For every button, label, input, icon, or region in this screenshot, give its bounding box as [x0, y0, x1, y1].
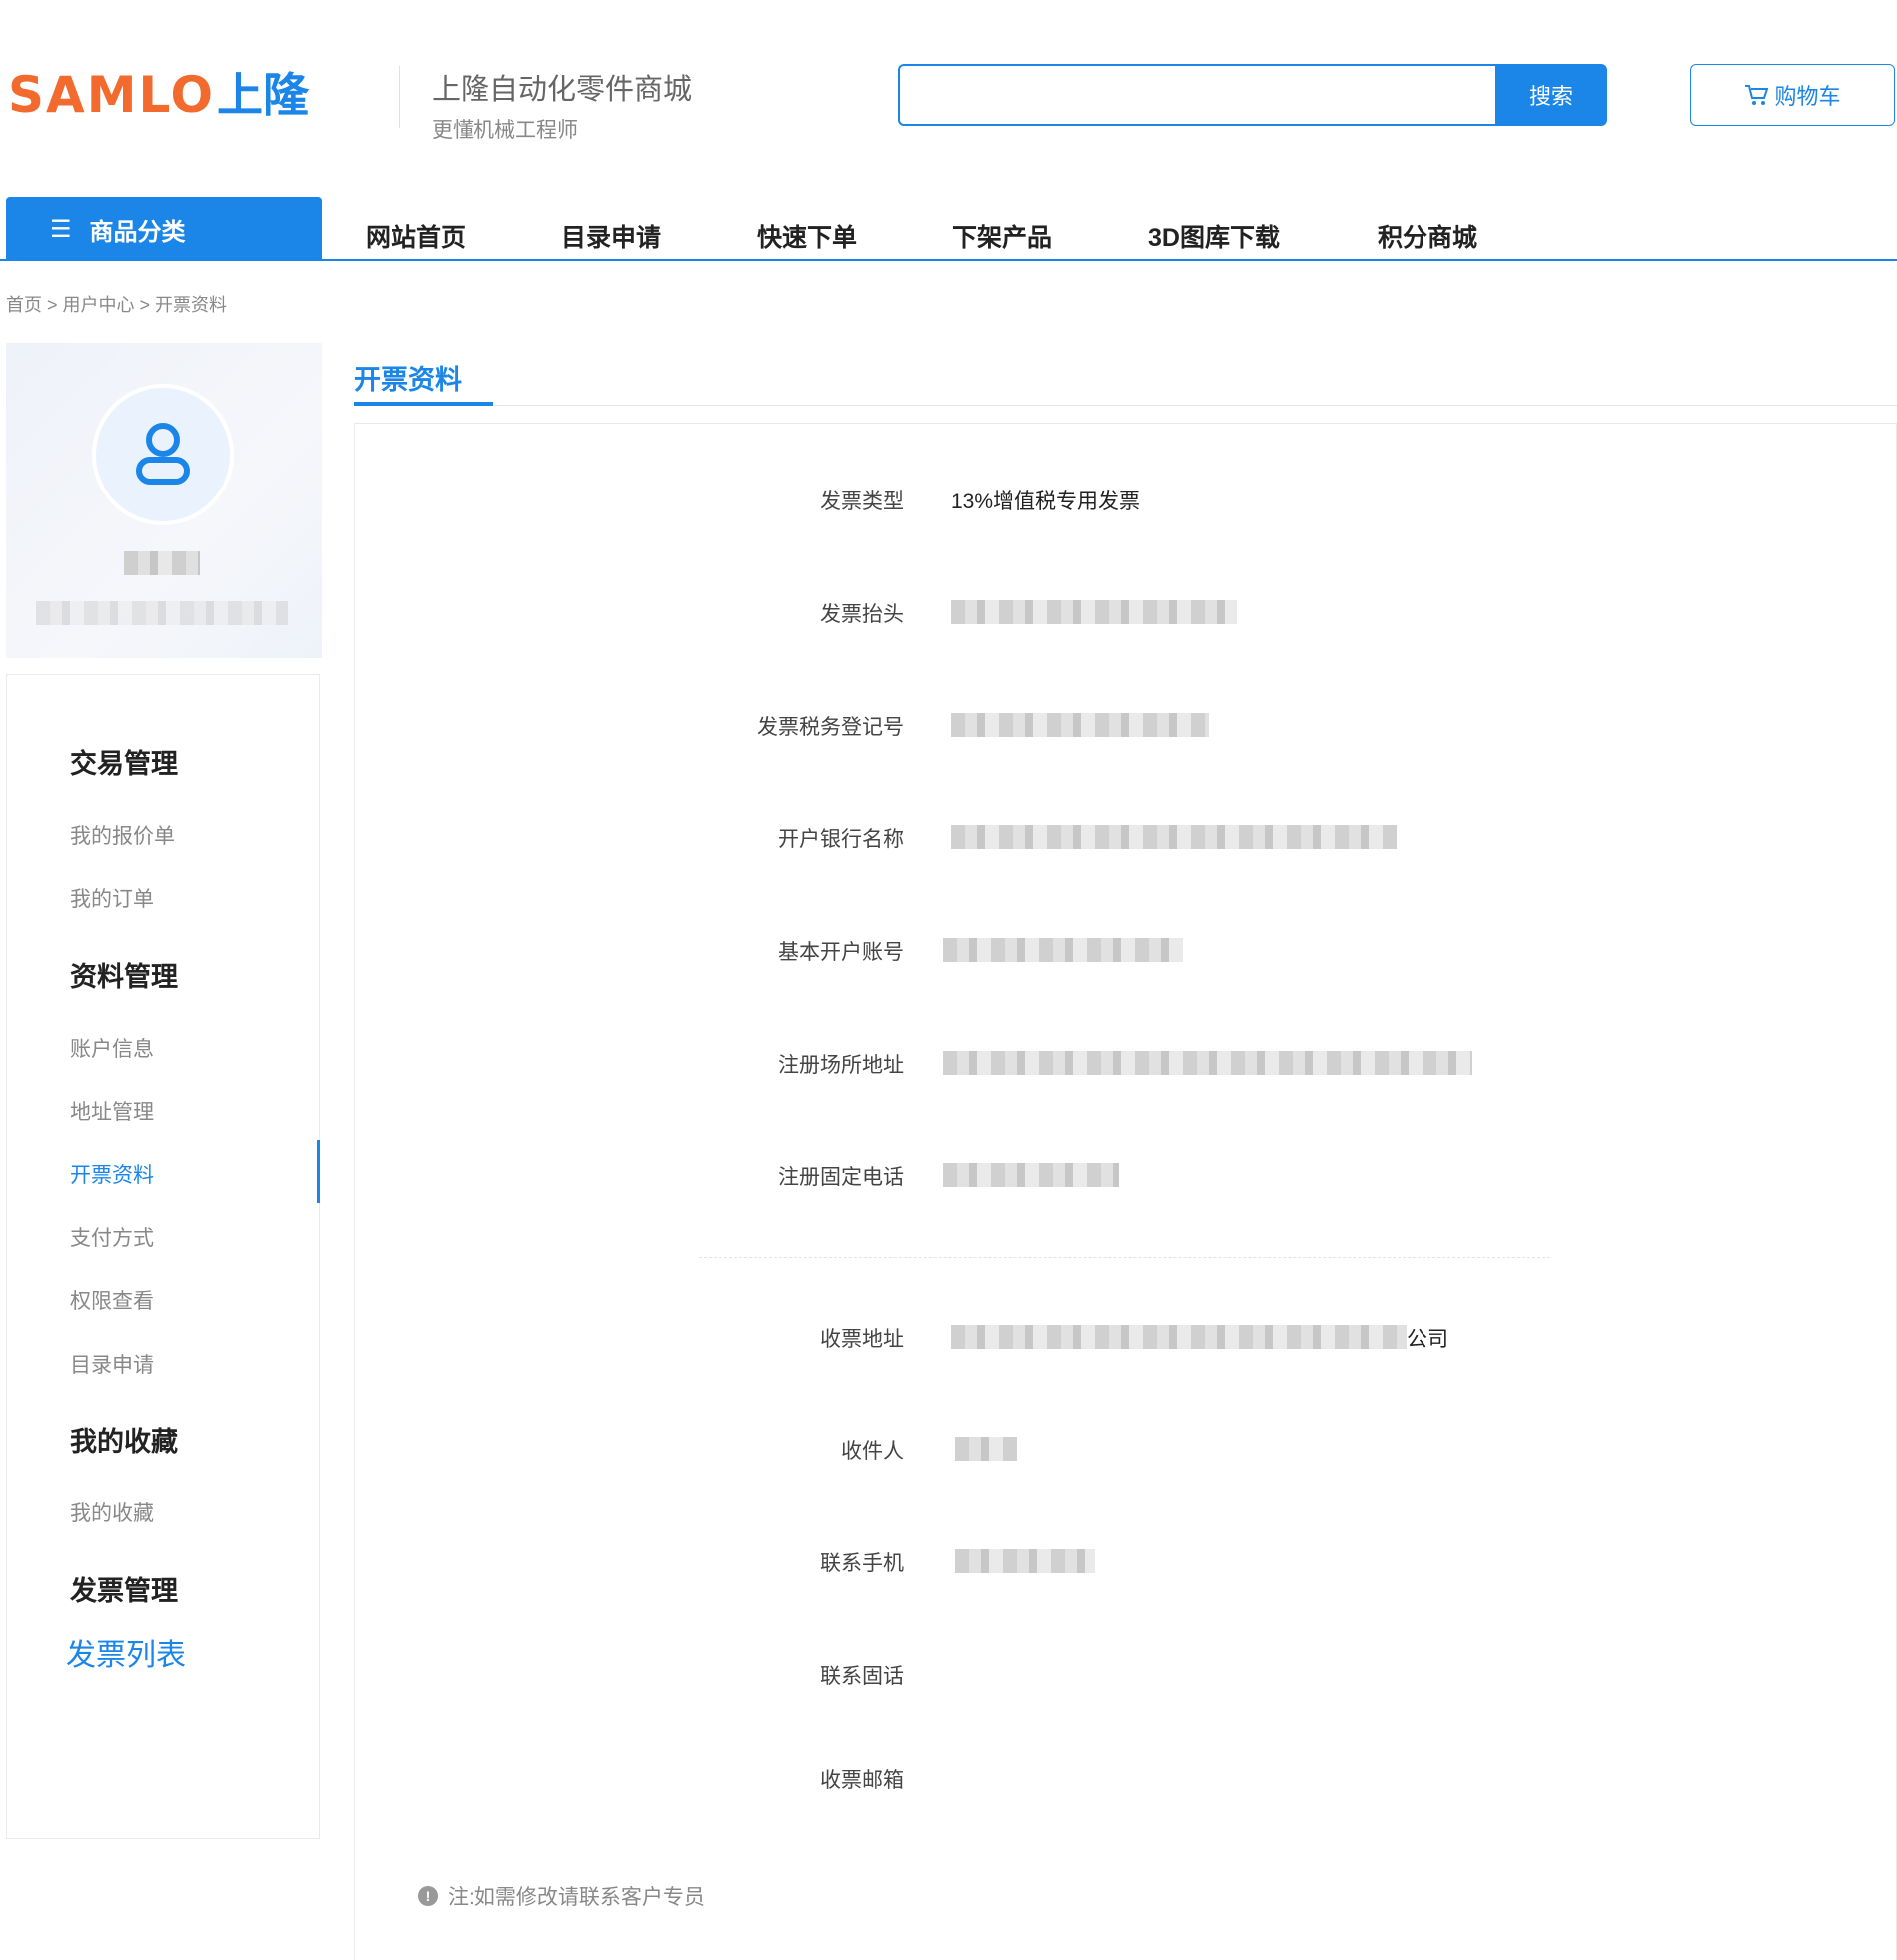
edit-note: ! 注:如需修改请联系客户专员: [418, 1881, 705, 1911]
field-value-account-number-redacted: [943, 938, 1183, 962]
field-value-recipient-redacted: [955, 1437, 1017, 1461]
sidebar-item-address[interactable]: 地址管理: [70, 1096, 154, 1126]
sidebar-item-catalog-request[interactable]: 目录申请: [70, 1349, 154, 1379]
cart-icon: [1745, 85, 1769, 105]
section-divider: [699, 1257, 1550, 1258]
nav-home[interactable]: 网站首页: [366, 218, 466, 254]
info-icon: !: [418, 1886, 438, 1906]
sidebar-item-favorites[interactable]: 我的收藏: [70, 1497, 154, 1527]
site-name: 上隆自动化零件商城: [432, 74, 693, 106]
samlo-logo[interactable]: SAMLO 上隆: [8, 70, 309, 120]
category-menu-button[interactable]: ☰ 商品分类: [6, 197, 322, 261]
field-label-account-number: 基本开户账号: [778, 941, 904, 964]
menu-icon: ☰: [50, 215, 72, 243]
nav-catalog-request[interactable]: 目录申请: [561, 218, 661, 254]
field-value-registered-phone-redacted: [943, 1163, 1119, 1187]
nav-underline: [0, 259, 1897, 261]
sidebar-group-invoice: 发票管理: [70, 1576, 178, 1606]
user-icon: [136, 423, 190, 485]
sidebar-item-quotes[interactable]: 我的报价单: [70, 820, 175, 850]
field-label-landline: 联系固话: [820, 1665, 904, 1688]
field-value-tax-number-redacted: [951, 713, 1209, 737]
field-label-registered-address: 注册场所地址: [778, 1054, 904, 1077]
sidebar-item-invoice-info[interactable]: 开票资料: [70, 1159, 154, 1189]
field-label-invoice-email: 收票邮箱: [820, 1769, 904, 1792]
field-label-invoice-type: 发票类型: [820, 490, 904, 513]
nav-discontinued[interactable]: 下架产品: [952, 218, 1052, 254]
username-redacted: [124, 551, 200, 575]
field-label-mailing-address: 收票地址: [820, 1328, 904, 1351]
field-label-tax-number: 发票税务登记号: [757, 716, 904, 739]
nav-3d-download[interactable]: 3D图库下载: [1148, 218, 1280, 254]
header-divider: [399, 66, 400, 128]
invoice-panel: [354, 423, 1897, 1960]
field-value-invoice-title-redacted: [951, 600, 1237, 624]
cart-button[interactable]: 购物车: [1690, 64, 1895, 126]
sidebar-group-trade: 交易管理: [70, 749, 178, 779]
field-value-mobile-redacted: [955, 1549, 1095, 1573]
sidebar-item-permissions[interactable]: 权限查看: [70, 1285, 154, 1315]
field-value-mailing-address-redacted: [951, 1325, 1407, 1349]
sidebar-item-account[interactable]: 账户信息: [70, 1033, 154, 1063]
search-button[interactable]: 搜索: [1495, 64, 1607, 126]
field-value-mailing-address-suffix: 公司: [1407, 1328, 1448, 1351]
site-slogan: 更懂机械工程师: [432, 119, 578, 142]
company-redacted: [36, 601, 288, 625]
field-label-invoice-title: 发票抬头: [820, 603, 904, 626]
title-underline: [354, 402, 493, 406]
edit-note-text: 注:如需修改请联系客户专员: [448, 1886, 705, 1909]
sidebar-item-invoice-list[interactable]: 发票列表: [66, 1630, 186, 1674]
page-title: 开票资料: [354, 365, 462, 395]
nav-points-mall[interactable]: 积分商城: [1378, 218, 1477, 254]
logo-text-cn: 上隆: [217, 68, 310, 122]
field-label-bank-name: 开户银行名称: [778, 828, 904, 851]
field-label-recipient: 收件人: [841, 1440, 904, 1463]
avatar[interactable]: [92, 384, 234, 525]
sidebar-group-favorites: 我的收藏: [70, 1427, 178, 1457]
field-label-mobile: 联系手机: [820, 1552, 904, 1575]
active-indicator: [317, 1140, 320, 1203]
sidebar-group-profile: 资料管理: [70, 962, 178, 992]
sidebar-item-orders[interactable]: 我的订单: [70, 883, 154, 913]
breadcrumb[interactable]: 首页 > 用户中心 > 开票资料: [6, 291, 227, 317]
title-divider: [354, 405, 1897, 406]
nav-quick-order[interactable]: 快速下单: [757, 218, 857, 254]
field-value-bank-name-redacted: [951, 825, 1397, 849]
logo-text-en: SAMLO: [8, 66, 216, 124]
cart-label: 购物车: [1774, 84, 1841, 109]
search-input[interactable]: [898, 64, 1495, 126]
field-value-registered-address-redacted: [943, 1051, 1472, 1075]
category-label: 商品分类: [89, 218, 186, 246]
field-value-invoice-type: 13%增值税专用发票: [951, 490, 1141, 513]
sidebar-item-payment[interactable]: 支付方式: [70, 1222, 154, 1252]
field-label-registered-phone: 注册固定电话: [778, 1166, 904, 1189]
